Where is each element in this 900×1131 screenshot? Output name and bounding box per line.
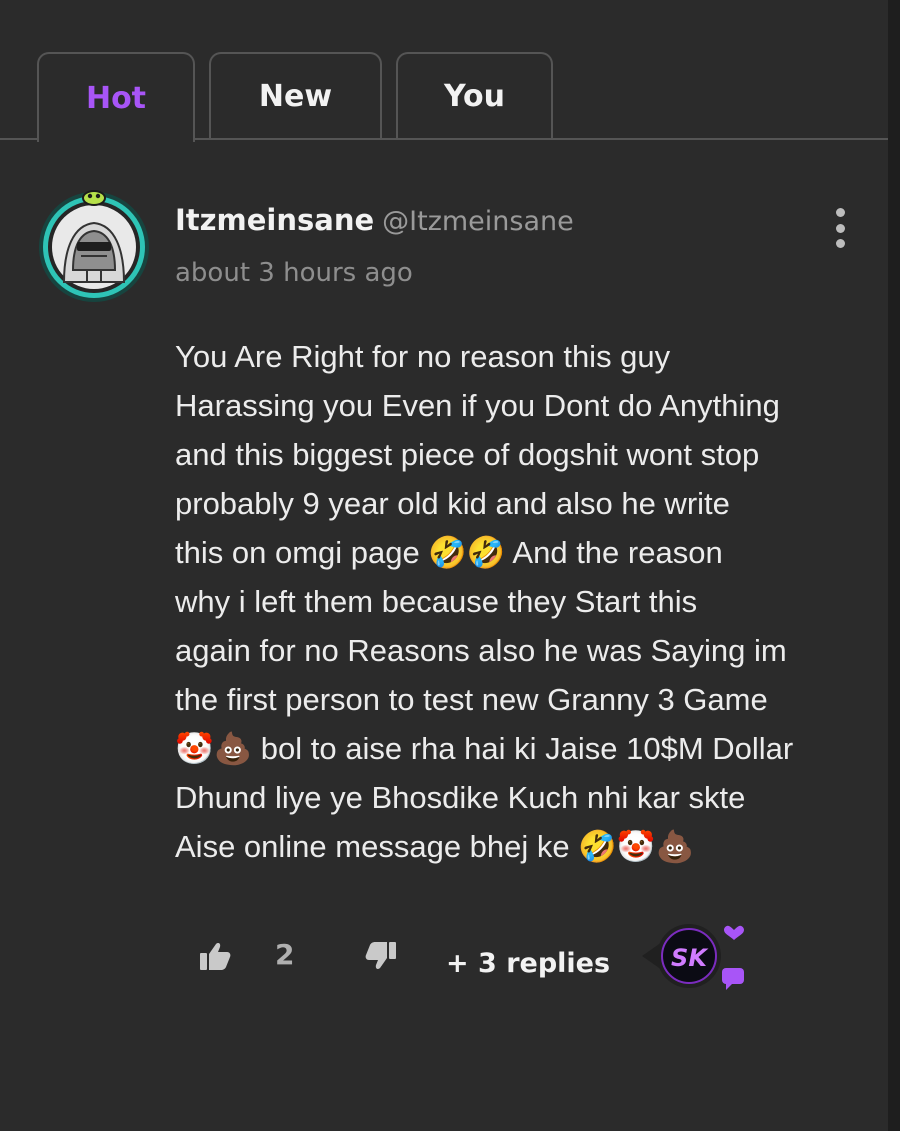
reply-avatar[interactable]: SK <box>636 920 748 996</box>
replies-link[interactable]: + 3 replies <box>446 948 610 979</box>
comment-page: Hot New You Itzmeinsane @Itzmeinsane abou… <box>0 0 900 1131</box>
more-vertical-icon[interactable] <box>828 208 852 248</box>
avatar[interactable] <box>37 190 151 304</box>
scrollbar-track[interactable] <box>888 0 900 1131</box>
reply-avatar-label: SK <box>671 944 709 972</box>
comment-timestamp: about 3 hours ago <box>175 258 413 288</box>
thumbs-up-icon[interactable] <box>198 940 232 972</box>
thumbs-down-icon[interactable] <box>364 940 398 972</box>
comment-author[interactable]: Itzmeinsane @Itzmeinsane <box>175 203 574 237</box>
tab-you[interactable]: You <box>396 52 553 138</box>
like-count: 2 <box>275 938 295 971</box>
author-name[interactable]: Itzmeinsane <box>175 203 374 237</box>
comment-text: You Are Right for no reason this guy Har… <box>175 339 794 864</box>
tab-hot[interactable]: Hot <box>37 52 195 142</box>
tab-new[interactable]: New <box>209 52 382 138</box>
author-handle[interactable]: @Itzmeinsane <box>382 206 574 237</box>
